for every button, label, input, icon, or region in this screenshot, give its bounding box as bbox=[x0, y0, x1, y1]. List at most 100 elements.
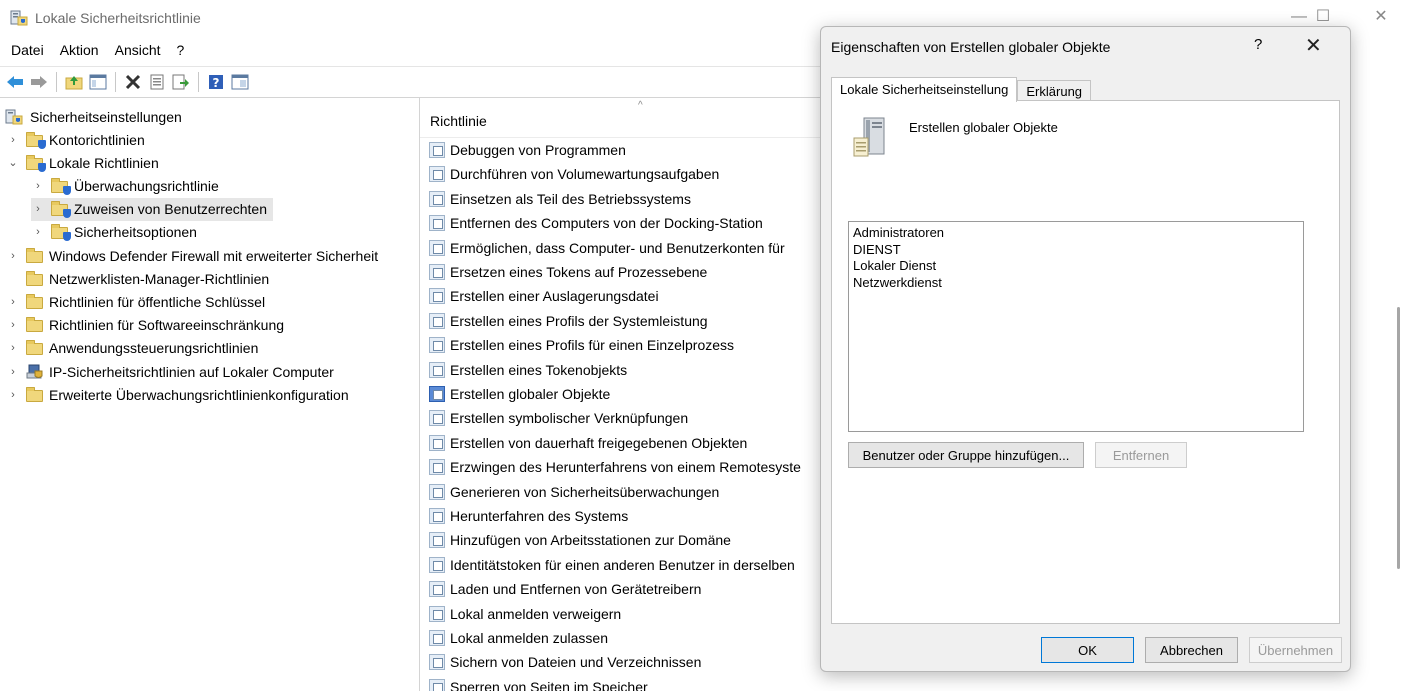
policy-row[interactable]: Lokal anmelden verweigern bbox=[429, 602, 621, 626]
tree-item-label: Windows Defender Firewall mit erweiterte… bbox=[49, 247, 379, 264]
chevron-down-icon[interactable]: ⌄ bbox=[6, 156, 20, 169]
remove-button[interactable]: Entfernen bbox=[1095, 442, 1187, 468]
member-item[interactable]: Netzwerkdienst bbox=[853, 275, 1299, 292]
ok-button[interactable]: OK bbox=[1041, 637, 1134, 663]
policy-row[interactable]: Laden und Entfernen von Gerätetreibern bbox=[429, 577, 701, 601]
delete-icon[interactable] bbox=[123, 72, 143, 92]
tree-item[interactable]: › Überwachungsrichtlinie bbox=[31, 174, 219, 197]
dialog-close-button[interactable]: ✕ bbox=[1305, 33, 1322, 58]
policy-folder-icon bbox=[51, 224, 71, 242]
export-icon[interactable] bbox=[171, 72, 191, 92]
policy-row[interactable]: Erstellen von dauerhaft freigegebenen Ob… bbox=[429, 431, 747, 455]
chevron-right-icon[interactable]: › bbox=[6, 366, 20, 378]
cancel-button[interactable]: Abbrechen bbox=[1145, 637, 1238, 663]
policy-row[interactable]: Debuggen von Programmen bbox=[429, 138, 626, 162]
dialog-help-button[interactable]: ? bbox=[1254, 36, 1262, 53]
policy-icon bbox=[429, 312, 445, 329]
policy-row[interactable]: Ermöglichen, dass Computer- und Benutzer… bbox=[429, 236, 785, 260]
folder-up-icon[interactable] bbox=[64, 72, 84, 92]
policy-row[interactable]: Lokal anmelden zulassen bbox=[429, 626, 608, 650]
policy-row[interactable]: Ersetzen eines Tokens auf Prozessebene bbox=[429, 260, 707, 284]
policy-label: Lokal anmelden verweigern bbox=[450, 605, 622, 622]
properties-icon[interactable] bbox=[147, 72, 167, 92]
chevron-right-icon[interactable]: › bbox=[31, 180, 45, 192]
policy-row[interactable]: Durchführen von Volumewartungsaufgaben bbox=[429, 162, 719, 186]
folder-icon bbox=[26, 340, 44, 356]
menu-datei[interactable]: Datei bbox=[2, 38, 51, 64]
policy-folder-icon bbox=[51, 177, 71, 195]
tree-item[interactable]: › Richtlinien für Softwareeinschränkung bbox=[6, 314, 284, 337]
forward-arrow-icon[interactable] bbox=[29, 72, 49, 92]
scrollbar[interactable] bbox=[1397, 307, 1400, 569]
tab-lokale-sicherheitseinstellung[interactable]: Lokale Sicherheitseinstellung bbox=[831, 77, 1018, 102]
dialog-tabs: Lokale Sicherheitseinstellung Erklärung bbox=[831, 77, 1092, 102]
policy-row[interactable]: Erstellen symbolischer Verknüpfungen bbox=[429, 406, 688, 430]
tree-item[interactable]: ⌄ Lokale Richtlinien bbox=[6, 151, 159, 174]
policy-row[interactable]: Entfernen des Computers von der Docking-… bbox=[429, 211, 763, 235]
folder-icon bbox=[26, 270, 44, 287]
console-tree-icon[interactable] bbox=[230, 72, 250, 92]
tree-item[interactable]: › Windows Defender Firewall mit erweitert… bbox=[6, 244, 378, 267]
policy-label: Erstellen einer Auslagerungsdatei bbox=[450, 288, 659, 305]
add-user-or-group-button[interactable]: Benutzer oder Gruppe hinzufügen... bbox=[848, 442, 1084, 468]
policy-row[interactable]: Generieren von Sicherheitsüberwachungen bbox=[429, 480, 719, 504]
chevron-right-icon[interactable]: › bbox=[31, 203, 45, 215]
chevron-right-icon[interactable]: › bbox=[6, 250, 20, 262]
chevron-right-icon[interactable]: › bbox=[6, 389, 20, 401]
tree-item[interactable]: › Kontorichtlinien bbox=[6, 128, 145, 151]
policy-label: Durchführen von Volumewartungsaufgaben bbox=[450, 166, 720, 183]
tree-item[interactable]: › Sicherheitsoptionen bbox=[31, 221, 197, 244]
tree-root[interactable]: Sicherheitseinstellungen bbox=[4, 105, 182, 128]
member-item[interactable]: Lokaler Dienst bbox=[853, 258, 1299, 275]
policy-row[interactable]: Erstellen einer Auslagerungsdatei bbox=[429, 284, 659, 308]
tree-item-label: Richtlinien für Softwareeinschränkung bbox=[49, 317, 285, 334]
policy-label: Einsetzen als Teil des Betriebssystems bbox=[450, 190, 691, 207]
policy-label: Lokal anmelden zulassen bbox=[450, 630, 608, 646]
apply-button[interactable]: Übernehmen bbox=[1249, 637, 1342, 663]
chevron-right-icon[interactable]: › bbox=[6, 319, 20, 331]
toolbar-separator bbox=[56, 71, 57, 92]
policy-label: Erstellen eines Profils für einen Einzel… bbox=[450, 337, 735, 354]
folder-icon bbox=[26, 386, 44, 403]
tab-erklaerung[interactable]: Erklärung bbox=[1017, 80, 1092, 101]
back-arrow-icon[interactable] bbox=[5, 72, 25, 92]
tree-item[interactable]: › Anwendungssteuerungsrichtlinien bbox=[6, 337, 258, 360]
tree-item[interactable]: › Zuweisen von Benutzerrechten bbox=[31, 197, 273, 221]
policy-row[interactable]: Erstellen eines Tokenobjekts bbox=[429, 358, 627, 382]
help-icon[interactable]: ? bbox=[206, 72, 226, 92]
policy-row[interactable]: Erzwingen des Herunterfahrens von einem … bbox=[429, 455, 801, 479]
policy-icon bbox=[429, 483, 445, 500]
policy-row[interactable]: Einsetzen als Teil des Betriebssystems bbox=[429, 187, 691, 211]
tree-item[interactable]: › IP-Sicherheitsrichtlinien auf Lokaler C… bbox=[6, 360, 334, 383]
tree-item[interactable]: › Erweiterte Überwachungsrichtlinienkonfi… bbox=[6, 383, 349, 406]
menu-ansicht[interactable]: Ansicht bbox=[106, 38, 168, 64]
folder-shape bbox=[26, 317, 43, 333]
members-listbox[interactable]: Administratoren DIENST Lokaler Dienst Ne… bbox=[848, 221, 1304, 432]
chevron-right-icon[interactable]: › bbox=[31, 226, 45, 238]
policy-row[interactable]: Sperren von Seiten im Speicher bbox=[429, 675, 648, 691]
tree-item-label: Lokale Richtlinien bbox=[49, 154, 159, 171]
column-header-richtlinie[interactable]: ^ Richtlinie bbox=[420, 98, 820, 138]
chevron-right-icon[interactable]: › bbox=[6, 134, 20, 146]
chevron-right-icon[interactable]: › bbox=[6, 342, 20, 354]
policy-row[interactable]: Erstellen eines Profils der Systemleistu… bbox=[429, 309, 708, 333]
member-item[interactable]: DIENST bbox=[853, 242, 1299, 259]
show-hide-tree-icon[interactable] bbox=[88, 72, 108, 92]
policy-row[interactable]: Erstellen eines Profils für einen Einzel… bbox=[429, 333, 734, 357]
policy-label: Erzwingen des Herunterfahrens von einem … bbox=[450, 459, 801, 476]
svg-text:?: ? bbox=[213, 76, 220, 90]
policy-row[interactable]: Erstellen globaler Objekte bbox=[429, 382, 610, 406]
policy-row[interactable]: Herunterfahren des Systems bbox=[429, 504, 628, 528]
chevron-right-icon[interactable]: › bbox=[6, 296, 20, 308]
policy-row[interactable]: Hinzufügen von Arbeitsstationen zur Domä… bbox=[429, 528, 731, 552]
policy-row[interactable]: Identitätstoken für einen anderen Benutz… bbox=[429, 553, 795, 577]
tree-item[interactable]: Netzwerklisten-Manager-Richtlinien bbox=[6, 267, 269, 290]
policy-icon bbox=[429, 239, 445, 256]
member-item[interactable]: Administratoren bbox=[853, 225, 1299, 242]
menu-aktion[interactable]: Aktion bbox=[51, 38, 106, 64]
tree-item[interactable]: › Richtlinien für öffentliche Schlüssel bbox=[6, 290, 265, 313]
policy-row[interactable]: Sichern von Dateien und Verzeichnissen bbox=[429, 650, 701, 674]
close-window-button[interactable]: ✕ bbox=[1369, 6, 1393, 30]
menu-help[interactable]: ? bbox=[168, 38, 192, 64]
policy-icon bbox=[429, 264, 445, 280]
